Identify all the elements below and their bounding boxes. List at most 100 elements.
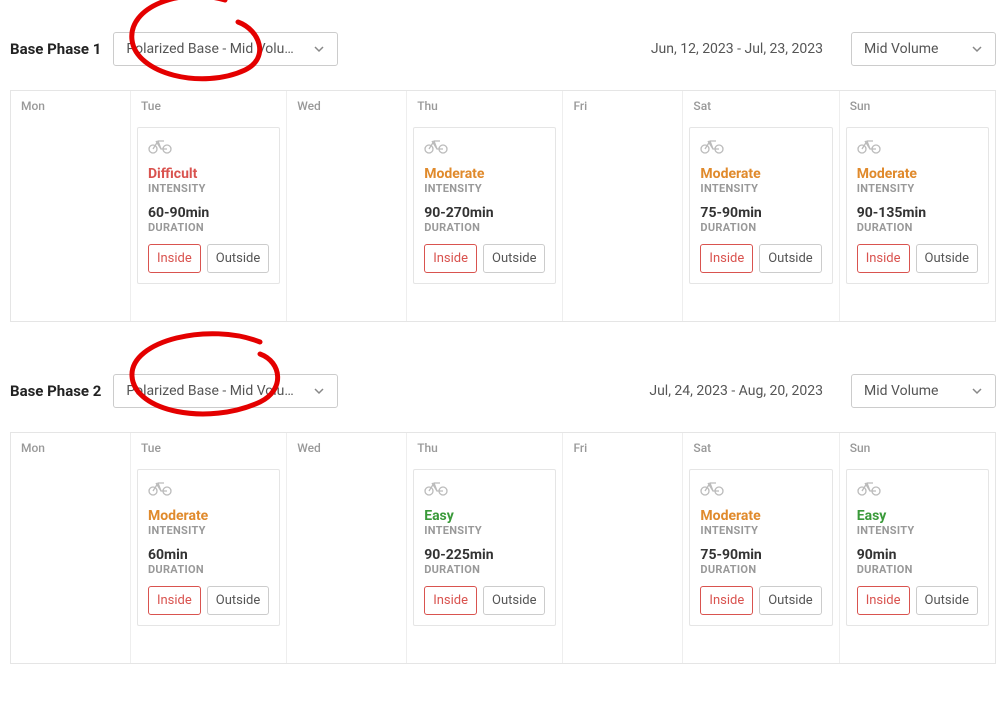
duration-label: DURATION [857,221,978,234]
inside-button[interactable]: Inside [700,586,753,615]
day-column: Sun ModerateINTENSITY 90-135minDURATION Ins… [840,91,995,321]
chevron-down-icon [971,43,983,55]
duration-label: DURATION [424,563,545,576]
intensity-label: INTENSITY [424,524,545,537]
bike-icon [148,138,269,154]
intensity-value: Moderate [148,508,269,524]
location-buttons: InsideOutside [148,586,269,615]
phase-header: Base Phase 1 Polarized Base - Mid Volu… … [10,10,996,66]
day-body [11,121,130,321]
intensity-label: INTENSITY [857,524,978,537]
volume-select[interactable]: Mid Volume [851,32,996,66]
day-body [287,463,406,663]
bike-icon [424,138,545,154]
day-header: Wed [287,91,406,121]
duration-label: DURATION [424,221,545,234]
chevron-down-icon [313,43,325,55]
workout-card[interactable]: DifficultINTENSITY60-90minDURATIONInside… [137,127,280,284]
intensity-value: Moderate [700,508,821,524]
bike-icon [700,480,821,496]
location-buttons: InsideOutside [700,586,821,615]
day-body [11,463,130,663]
day-header: Thu [407,433,562,463]
day-column: SatModerateINTENSITY75-90minDURATIONInsi… [683,433,839,663]
workout-card[interactable]: ModerateINTENSITY75-90minDURATIONInsideO… [689,127,832,284]
location-buttons: InsideOutside [857,244,978,273]
workout-card[interactable]: ModerateINTENSITY 90-135minDURATION Inside… [846,127,989,284]
workout-card[interactable]: EasyINTENSITY 90minDURATION InsideOutside [846,469,989,626]
inside-button[interactable]: Inside [700,244,753,273]
location-buttons: InsideOutside [148,244,269,273]
outside-button[interactable]: Outside [759,244,821,273]
day-header: Tue [131,433,286,463]
chevron-down-icon [313,385,325,397]
workout-card[interactable]: ModerateINTENSITY60minDURATIONInsideOuts… [137,469,280,626]
day-body: ModerateINTENSITY 90-135minDURATION Inside… [840,121,995,321]
phase-title: Base Phase 1 [10,40,101,58]
bike-icon [700,138,821,154]
day-header: Thu [407,91,562,121]
duration-label: DURATION [700,221,821,234]
phase-title: Base Phase 2 [10,382,101,400]
inside-button[interactable]: Inside [424,586,477,615]
outside-button[interactable]: Outside [759,586,821,615]
bike-icon [857,480,978,496]
day-header: Sun [840,91,995,121]
duration-value: 75-90min [700,547,821,563]
intensity-label: INTENSITY [700,524,821,537]
duration-value: 90min [857,547,978,563]
day-header: Fri [563,433,682,463]
duration-value: 90-135min [857,205,978,221]
bike-icon [148,480,269,496]
day-column: SunEasyINTENSITY90minDURATIONInsideOutsi… [840,433,995,663]
workout-card[interactable]: ModerateINTENSITY90-270minDURATIONInside… [413,127,556,284]
day-column: Wed [287,433,407,663]
location-buttons: InsideOutside [424,586,545,615]
inside-button[interactable]: Inside [857,244,910,273]
inside-button[interactable]: Inside [148,586,201,615]
day-body [563,121,682,321]
volume-select[interactable]: Mid Volume [851,374,996,408]
workout-card[interactable]: ModerateINTENSITY75-90minDURATIONInsideO… [689,469,832,626]
day-header: Mon [11,91,130,121]
day-body: ModerateINTENSITY90-270minDURATIONInside… [407,121,562,321]
day-body: ModerateINTENSITY75-90minDURATIONInsideO… [683,463,838,663]
outside-button[interactable]: Outside [207,244,269,273]
day-column: ThuEasyINTENSITY90-225minDURATIONInsideO… [407,433,563,663]
outside-button[interactable]: Outside [916,586,978,615]
day-column: ThuModerateINTENSITY90-270minDURATIONIns… [407,91,563,321]
location-buttons: InsideOutside [700,244,821,273]
day-header: Mon [11,433,130,463]
intensity-label: INTENSITY [857,182,978,195]
day-column: Fri [563,433,683,663]
day-column: Mon [11,433,131,663]
outside-button[interactable]: Outside [916,244,978,273]
location-buttons: InsideOutside [857,586,978,615]
plan-select[interactable]: Polarized Base - Mid Volu… [113,374,338,408]
phase-block: Base Phase 1 Polarized Base - Mid Volu… … [10,10,996,322]
duration-label: DURATION [148,221,269,234]
outside-button[interactable]: Outside [483,586,545,615]
intensity-value: Easy [424,508,545,524]
outside-button[interactable]: Outside [483,244,545,273]
intensity-value: Moderate [700,166,821,182]
intensity-value: Easy [857,508,978,524]
duration-label: DURATION [857,563,978,576]
day-column: TueDifficultINTENSITY60-90minDURATIONIns… [131,91,287,321]
day-header: Tue [131,91,286,121]
volume-select-value: Mid Volume [864,41,961,57]
bike-icon [424,480,545,496]
outside-button[interactable]: Outside [207,586,269,615]
day-header: Sat [683,433,838,463]
date-range: Jul, 24, 2023 - Aug, 20, 2023 [649,383,823,399]
inside-button[interactable]: Inside [424,244,477,273]
duration-value: 90-270min [424,205,545,221]
day-header: Sat [683,91,838,121]
plan-select[interactable]: Polarized Base - Mid Volu… [113,32,338,66]
inside-button[interactable]: Inside [857,586,910,615]
day-column: Wed [287,91,407,321]
workout-card[interactable]: EasyINTENSITY90-225minDURATIONInsideOuts… [413,469,556,626]
intensity-value: Moderate [857,166,978,182]
inside-button[interactable]: Inside [148,244,201,273]
chevron-down-icon [971,385,983,397]
